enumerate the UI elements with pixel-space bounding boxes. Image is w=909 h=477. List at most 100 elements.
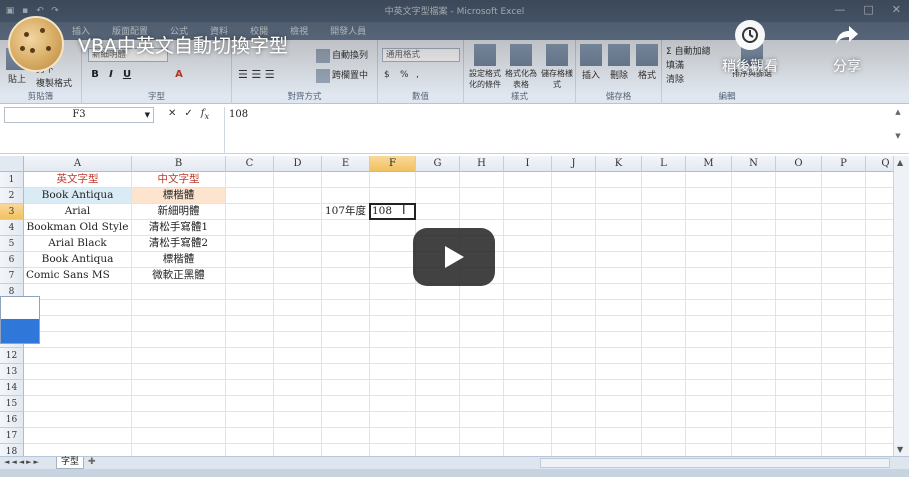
cell-i17[interactable] (504, 428, 552, 444)
column-header-f[interactable]: F (370, 156, 416, 172)
cell-l18[interactable] (642, 444, 686, 456)
cell-m12[interactable] (686, 348, 732, 364)
cell-m5[interactable] (686, 236, 732, 252)
cell-g14[interactable] (416, 380, 460, 396)
cell-b8[interactable] (132, 284, 226, 300)
comma-button[interactable]: , (416, 70, 419, 80)
minimize-button[interactable]: — (834, 3, 845, 16)
active-cell-f3[interactable]: 108 (369, 203, 416, 220)
cell-b2[interactable]: 標楷體 (132, 188, 226, 204)
video-title[interactable]: VBA中英文自動切換字型 (78, 31, 288, 58)
cell-f17[interactable] (370, 428, 416, 444)
cell-q13[interactable] (866, 364, 893, 380)
cell-q8[interactable] (866, 284, 893, 300)
column-header-d[interactable]: D (274, 156, 322, 172)
cell-n1[interactable] (732, 172, 776, 188)
cell-h2[interactable] (460, 188, 504, 204)
wrap-text-button[interactable]: 自動換列 (316, 48, 368, 63)
cell-p7[interactable] (822, 268, 866, 284)
cell-q12[interactable] (866, 348, 893, 364)
autosum-button[interactable]: Σ 自動加總 (666, 44, 711, 57)
cell-e6[interactable] (322, 252, 370, 268)
cell-o17[interactable] (776, 428, 822, 444)
cell-c3[interactable] (226, 204, 274, 220)
cell-a8[interactable] (24, 284, 132, 300)
cell-p10[interactable] (822, 316, 866, 332)
cell-d2[interactable] (274, 188, 322, 204)
cell-d11[interactable] (274, 332, 322, 348)
horizontal-scrollbar[interactable] (540, 458, 890, 468)
cell-j15[interactable] (552, 396, 596, 412)
cell-j13[interactable] (552, 364, 596, 380)
cell-a13[interactable] (24, 364, 132, 380)
cell-e9[interactable] (322, 300, 370, 316)
cell-q3[interactable] (866, 204, 893, 220)
cell-n2[interactable] (732, 188, 776, 204)
cell-f11[interactable] (370, 332, 416, 348)
cell-a7[interactable]: Comic Sans MS (24, 268, 132, 284)
cell-a14[interactable] (24, 380, 132, 396)
cell-j7[interactable] (552, 268, 596, 284)
cell-f4[interactable] (370, 220, 416, 236)
cell-l2[interactable] (642, 188, 686, 204)
cell-p12[interactable] (822, 348, 866, 364)
cell-j11[interactable] (552, 332, 596, 348)
cell-l1[interactable] (642, 172, 686, 188)
cell-c1[interactable] (226, 172, 274, 188)
cell-g2[interactable] (416, 188, 460, 204)
cell-f15[interactable] (370, 396, 416, 412)
cell-f7[interactable] (370, 268, 416, 284)
cell-e16[interactable] (322, 412, 370, 428)
tab-developer[interactable]: 開發人員 (326, 24, 370, 40)
cell-h12[interactable] (460, 348, 504, 364)
column-header-k[interactable]: K (596, 156, 642, 172)
row-header-15[interactable]: 15 (0, 396, 24, 412)
row-header-7[interactable]: 7 (0, 268, 24, 284)
cell-a6[interactable]: Book Antiqua (24, 252, 132, 268)
cell-c6[interactable] (226, 252, 274, 268)
cell-d1[interactable] (274, 172, 322, 188)
cell-m2[interactable] (686, 188, 732, 204)
cell-i4[interactable] (504, 220, 552, 236)
cell-i13[interactable] (504, 364, 552, 380)
cell-a18[interactable] (24, 444, 132, 456)
cell-f5[interactable] (370, 236, 416, 252)
vertical-scrollbar[interactable]: ▲ ▼ (893, 156, 909, 456)
cell-e13[interactable] (322, 364, 370, 380)
cell-g10[interactable] (416, 316, 460, 332)
cell-o13[interactable] (776, 364, 822, 380)
cell-o12[interactable] (776, 348, 822, 364)
cell-i18[interactable] (504, 444, 552, 456)
cell-h17[interactable] (460, 428, 504, 444)
cell-m13[interactable] (686, 364, 732, 380)
row-header-4[interactable]: 4 (0, 220, 24, 236)
cell-e8[interactable] (322, 284, 370, 300)
cell-j8[interactable] (552, 284, 596, 300)
cell-b15[interactable] (132, 396, 226, 412)
select-all-button[interactable] (0, 156, 24, 172)
cell-b3[interactable]: 新細明體 (132, 204, 226, 220)
cell-c8[interactable] (226, 284, 274, 300)
cell-n17[interactable] (732, 428, 776, 444)
cell-i7[interactable] (504, 268, 552, 284)
cell-k14[interactable] (596, 380, 642, 396)
cell-c15[interactable] (226, 396, 274, 412)
cell-p3[interactable] (822, 204, 866, 220)
cell-c12[interactable] (226, 348, 274, 364)
cell-m18[interactable] (686, 444, 732, 456)
cell-b11[interactable] (132, 332, 226, 348)
cell-k16[interactable] (596, 412, 642, 428)
row-header-3[interactable]: 3 (0, 204, 24, 220)
cell-l11[interactable] (642, 332, 686, 348)
cell-d5[interactable] (274, 236, 322, 252)
cell-h16[interactable] (460, 412, 504, 428)
cell-b6[interactable]: 標楷體 (132, 252, 226, 268)
cell-o9[interactable] (776, 300, 822, 316)
cell-d15[interactable] (274, 396, 322, 412)
cell-b13[interactable] (132, 364, 226, 380)
cell-e12[interactable] (322, 348, 370, 364)
cell-q11[interactable] (866, 332, 893, 348)
cell-m3[interactable] (686, 204, 732, 220)
cell-e15[interactable] (322, 396, 370, 412)
cell-e17[interactable] (322, 428, 370, 444)
